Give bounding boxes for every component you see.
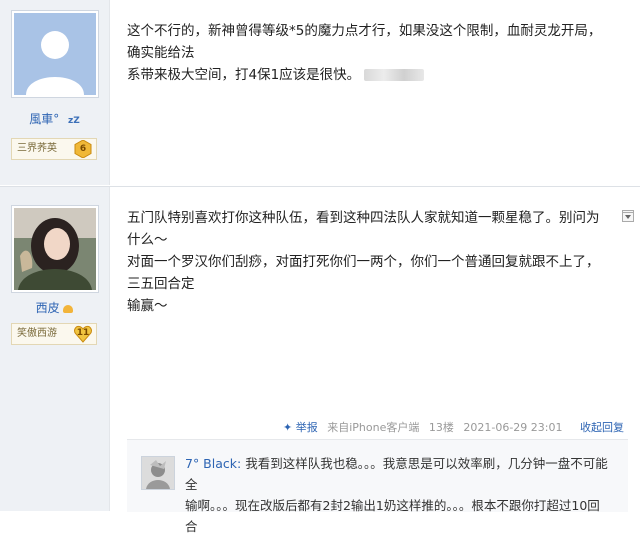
reply-username[interactable]: 7° Black:: [185, 456, 241, 471]
vip-icon: [63, 304, 74, 313]
level-badge[interactable]: 笑傲西游 11: [11, 323, 97, 345]
username[interactable]: 西皮: [36, 301, 60, 315]
post-2-line-1: 五门队特别喜欢打你这种队伍，看到这种四法队人家就知道一颗星稳了。别问为什么～: [127, 210, 600, 248]
post-1-body: 这个不行的，新神曾得等级*5的魔力点才行，如果没这个限制，血耐灵龙开局，确实能给…: [127, 20, 612, 86]
reply-item: 7° Black: 我看到这样队我也稳。。。我意思是可以效率刷，几分钟一盘不可能…: [185, 453, 614, 537]
reply-line-1: 我看到这样队我也稳。。。我意思是可以效率刷，几分钟一盘不可能全: [185, 456, 608, 492]
sleep-icon: zZ: [68, 116, 80, 126]
report-icon: ✦: [283, 421, 293, 434]
level-name: 三界荞英: [17, 143, 57, 154]
post-2-line-3: 输赢～: [127, 298, 168, 314]
post-2-menu-icon-alt[interactable]: [622, 212, 634, 222]
username-suffix: °: [53, 112, 60, 126]
blurred-text: [364, 69, 425, 81]
report-link[interactable]: 举报: [296, 421, 318, 434]
username-link[interactable]: 西皮: [0, 299, 109, 316]
user-photo-avatar: [14, 208, 96, 290]
avatar[interactable]: [11, 10, 99, 98]
post-1-author-panel: 風車° zZ 三界荞英 6: [0, 0, 110, 185]
post-2-author-panel: 西皮 笑傲西游 11: [0, 187, 110, 511]
level-badge[interactable]: 三界荞英 6: [11, 138, 97, 160]
level-number-badge: 6: [74, 139, 92, 159]
post-meta-bar: ✦ 举报 来自iPhone客户端 13楼 2021-06-29 23:01 收起…: [110, 419, 624, 435]
post-datetime: 2021-06-29 23:01: [463, 421, 563, 434]
post-1-line-2: 系带来极大空间，打4保1应该是很快。: [127, 67, 361, 83]
floor-number: 13楼: [428, 421, 454, 434]
client-source: 来自iPhone客户端: [327, 421, 420, 434]
avatar[interactable]: [11, 205, 99, 293]
collapse-reply-link[interactable]: 收起回复: [580, 421, 624, 434]
reply-line-3: 合: [185, 519, 198, 534]
post-2: 西皮 笑傲西游 11 五门队特别喜欢打你这种队伍，看到这种四法队人家就知道一颗星…: [0, 187, 640, 534]
post-1: 風車° zZ 三界荞英 6 这个不行的，新神曾得等级*5的魔力点才行，如果没这个…: [0, 0, 640, 185]
post-2-content: 五门队特别喜欢打你这种队伍，看到这种四法队人家就知道一颗星稳了。别问为什么～ 对…: [110, 187, 640, 534]
reply-thread: 7° Black: 我看到这样队我也稳。。。我意思是可以效率刷，几分钟一盘不可能…: [127, 439, 628, 534]
username-link[interactable]: 風車° zZ: [0, 110, 109, 127]
level-number-badge: 11: [74, 325, 92, 343]
default-avatar-icon: [14, 13, 96, 95]
reply-user-photo: [142, 457, 174, 489]
post-1-content: 这个不行的，新神曾得等级*5的魔力点才行，如果没这个限制，血耐灵龙开局，确实能给…: [110, 0, 640, 185]
post-2-body: 五门队特别喜欢打你这种队伍，看到这种四法队人家就知道一颗星稳了。别问为什么～ 对…: [127, 207, 612, 317]
reply-avatar[interactable]: [141, 456, 175, 490]
level-number: 11: [76, 328, 90, 338]
post-1-line-1: 这个不行的，新神曾得等级*5的魔力点才行，如果没这个限制，血耐灵龙开局，确实能给…: [127, 23, 602, 61]
level-number: 6: [79, 144, 87, 154]
level-name: 笑傲西游: [17, 328, 57, 339]
post-2-line-2: 对面一个罗汉你们刮痧，对面打死你们一两个，你们一个普通回复就跟不上了，三五回合定: [127, 254, 600, 292]
username[interactable]: 風車: [29, 112, 53, 126]
